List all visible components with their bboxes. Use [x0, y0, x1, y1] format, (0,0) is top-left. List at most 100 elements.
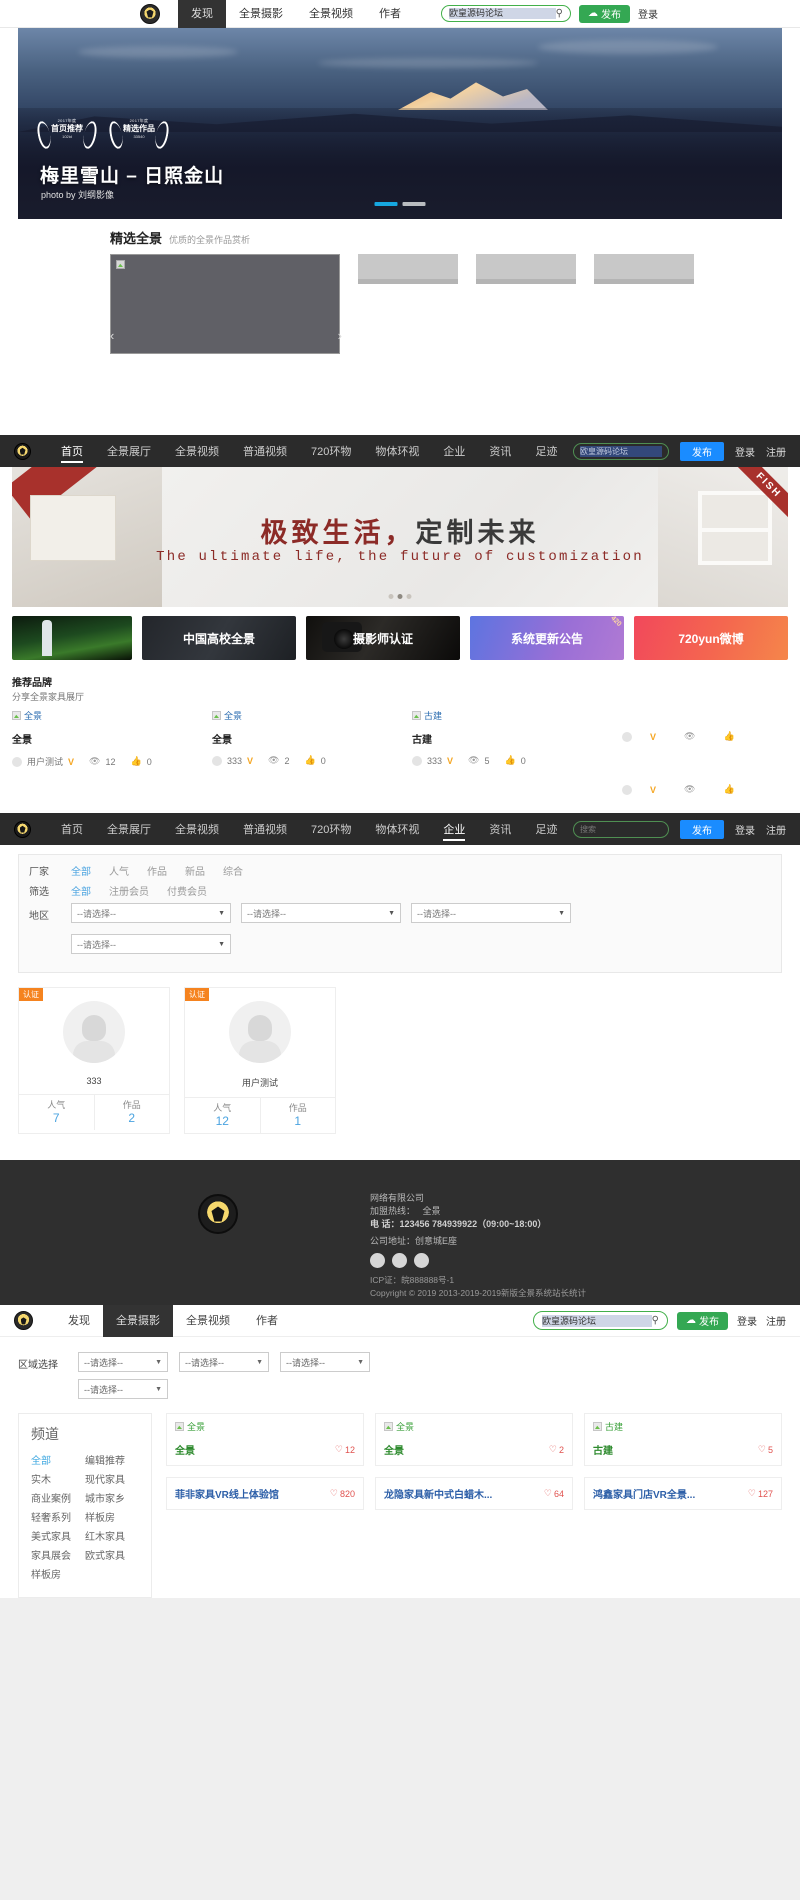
- nav-item[interactable]: 足迹: [523, 443, 569, 459]
- carousel-dot[interactable]: [402, 202, 426, 206]
- nav-item[interactable]: 资讯: [477, 821, 523, 837]
- search-input-2[interactable]: 欧皇源码论坛: [573, 442, 669, 460]
- area-select-3[interactable]: --请选择-- ▼: [280, 1352, 370, 1372]
- gallery-likes[interactable]: ♡ 5: [758, 1444, 773, 1455]
- nav-item[interactable]: 企业: [431, 443, 477, 459]
- filter-option-overall[interactable]: 综合: [223, 863, 243, 878]
- search-input-4[interactable]: 欧皇源码论坛 ⚲: [533, 1311, 668, 1330]
- nav-item-pano-video[interactable]: 全景视频: [296, 0, 366, 28]
- wechat-icon[interactable]: [370, 1253, 385, 1268]
- area-select-4[interactable]: --请选择-- ▼: [78, 1379, 168, 1399]
- nav-link-author[interactable]: 作者: [243, 1305, 291, 1337]
- banner-dots[interactable]: [388, 594, 412, 599]
- region-select-4[interactable]: --请选择-- ▼: [71, 934, 231, 954]
- nav-link-720[interactable]: 720环物: [311, 824, 351, 839]
- weibo-icon[interactable]: [392, 1253, 407, 1268]
- area-select-1[interactable]: --请选择-- ▼: [78, 1352, 168, 1372]
- next-arrow-icon[interactable]: ›: [338, 328, 342, 343]
- promo-card-weibo[interactable]: 720yun微博: [634, 616, 788, 660]
- nav-link-company[interactable]: 企业: [443, 446, 465, 461]
- filter-option-all[interactable]: 全部: [71, 863, 91, 878]
- nav-link-gallery[interactable]: 全景展厅: [107, 446, 151, 461]
- nav-link-normal-video[interactable]: 普通视频: [243, 446, 287, 461]
- promo-banner[interactable]: FISH 极致生活，定制未来 The ultimate life, the fu…: [12, 467, 788, 607]
- register-link-3[interactable]: 注册: [766, 822, 786, 837]
- channel-item[interactable]: 样板房: [85, 1509, 139, 1528]
- gallery-likes[interactable]: ♡ 820: [330, 1488, 355, 1499]
- work-author[interactable]: 333: [427, 756, 442, 766]
- filter-option-popular[interactable]: 人气: [109, 863, 129, 878]
- nav-link-object[interactable]: 物体环视: [375, 824, 419, 839]
- user-card[interactable]: 认证 用户测试 人气 12 作品 1: [184, 987, 336, 1134]
- promo-card-universities[interactable]: 中国高校全景: [142, 616, 296, 660]
- banner-dot[interactable]: [388, 594, 394, 599]
- search-input-3[interactable]: 搜索: [573, 820, 669, 838]
- channel-item[interactable]: 城市家乡: [85, 1490, 139, 1509]
- gallery-card[interactable]: 鸿鑫家具门店VR全景... ♡ 127: [584, 1477, 782, 1510]
- nav-item[interactable]: 首页: [49, 821, 95, 837]
- gallery-card[interactable]: 古建 古建 ♡ 5: [584, 1413, 782, 1466]
- site-logo-icon[interactable]: [14, 1311, 33, 1330]
- register-link-2[interactable]: 注册: [766, 444, 786, 459]
- nav-item[interactable]: 全景展厅: [95, 443, 163, 459]
- site-logo-icon[interactable]: [14, 820, 31, 838]
- thumb-placeholder[interactable]: [476, 254, 576, 284]
- filter-option-paid[interactable]: 付费会员: [167, 883, 207, 898]
- nav-item[interactable]: 企业: [431, 821, 477, 841]
- nav-link-home[interactable]: 首页: [61, 824, 83, 839]
- nav-link-normal-video[interactable]: 普通视频: [243, 824, 287, 839]
- region-select-3[interactable]: --请选择-- ▼: [411, 903, 571, 923]
- nav-link-720[interactable]: 720环物: [311, 446, 351, 461]
- user-card[interactable]: 认证 333 人气 7 作品 2: [18, 987, 170, 1134]
- nav-link-pano-video[interactable]: 全景视频: [173, 1305, 243, 1337]
- nav-link-object[interactable]: 物体环视: [375, 446, 419, 461]
- nav-item[interactable]: 物体环视: [363, 443, 431, 459]
- prev-arrow-icon[interactable]: ‹: [110, 328, 114, 343]
- gallery-card[interactable]: 菲非家具VR线上体验馆 ♡ 820: [166, 1477, 364, 1510]
- filter-option-all-2[interactable]: 全部: [71, 883, 91, 898]
- region-select-2[interactable]: --请选择-- ▼: [241, 903, 401, 923]
- banner-dot[interactable]: [406, 594, 412, 599]
- nav-link-company[interactable]: 企业: [443, 824, 466, 841]
- thumb-placeholder[interactable]: [358, 254, 458, 284]
- work-item[interactable]: 全景 全景 333 V 👁 2 👍 0: [212, 709, 412, 795]
- nav-link-footprint[interactable]: 足迹: [535, 446, 557, 461]
- nav-item[interactable]: 作者: [243, 1305, 291, 1337]
- gallery-likes[interactable]: ♡ 12: [335, 1444, 355, 1455]
- publish-button-3[interactable]: 发布: [680, 819, 724, 839]
- nav-item[interactable]: 足迹: [523, 821, 569, 837]
- channel-item[interactable]: 样板房: [31, 1566, 85, 1585]
- gallery-card[interactable]: 全景 全景 ♡ 12: [166, 1413, 364, 1466]
- nav-link-gallery[interactable]: 全景展厅: [107, 824, 151, 839]
- nav-item[interactable]: 全景视频: [173, 1305, 243, 1337]
- nav-item[interactable]: 全景视频: [163, 821, 231, 837]
- promo-card-update[interactable]: 420 系统更新公告: [470, 616, 624, 660]
- work-author[interactable]: 用户测试: [27, 755, 63, 768]
- work-item[interactable]: 古建 古建 333 V 👁 5 👍 0: [412, 709, 612, 795]
- search-icon[interactable]: ⚲: [652, 1315, 659, 1326]
- nav-link-discover[interactable]: 发现: [55, 1305, 103, 1337]
- like-icon[interactable]: 👍: [130, 756, 141, 767]
- publish-button-2[interactable]: 发布: [680, 441, 724, 461]
- nav-link-home[interactable]: 首页: [61, 446, 83, 463]
- region-select-1[interactable]: --请选择-- ▼: [71, 903, 231, 923]
- login-link-3[interactable]: 登录: [735, 822, 755, 837]
- nav-item[interactable]: 物体环视: [363, 821, 431, 837]
- channel-item[interactable]: 商业案例: [31, 1490, 85, 1509]
- nav-item-discover[interactable]: 发现: [178, 0, 226, 28]
- filter-option-works[interactable]: 作品: [147, 863, 167, 878]
- nav-item[interactable]: 720环物: [299, 821, 363, 837]
- gallery-likes[interactable]: ♡ 127: [748, 1488, 773, 1499]
- login-link-2[interactable]: 登录: [735, 444, 755, 459]
- channel-item[interactable]: 美式家具: [31, 1528, 85, 1547]
- hero-banner[interactable]: 2017年度 首页推荐 102id 2017年度 精选作品 33540 梅里雪山…: [18, 28, 782, 219]
- nav-link-pano-video[interactable]: 全景视频: [175, 824, 219, 839]
- nav-item[interactable]: 发现: [55, 1305, 103, 1337]
- channel-item[interactable]: 欧式家具: [85, 1547, 139, 1566]
- nav-item[interactable]: 全景摄影: [103, 1304, 173, 1337]
- banner-dot-active[interactable]: [397, 594, 403, 599]
- promo-card-certification[interactable]: 摄影师认证: [306, 616, 460, 660]
- nav-link-footprint[interactable]: 足迹: [535, 824, 557, 839]
- carousel-arrows[interactable]: ‹ ›: [110, 328, 342, 343]
- gallery-card[interactable]: 龙隐家具新中式白蜡木... ♡ 64: [375, 1477, 573, 1510]
